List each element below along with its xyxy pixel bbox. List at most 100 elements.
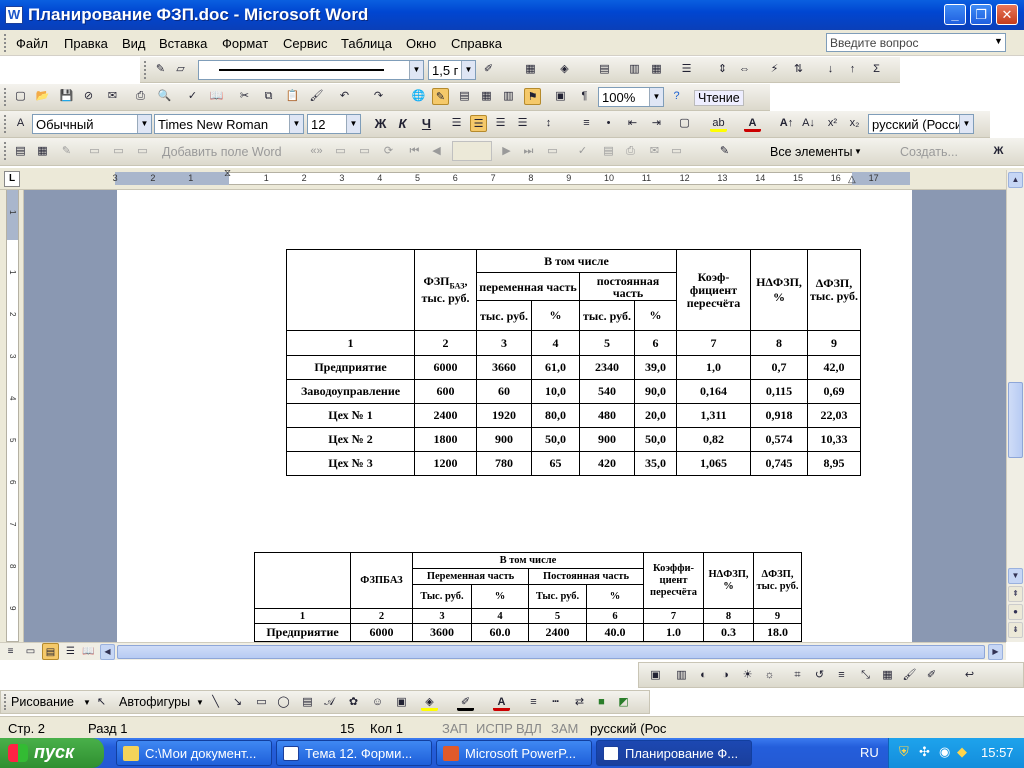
status-rec[interactable]: ЗАП	[442, 721, 468, 736]
insert-picture-icon[interactable]: ▣	[647, 667, 664, 684]
status-extend[interactable]: ВДЛ	[516, 721, 542, 736]
insert-excel-icon[interactable]: ▦	[478, 88, 495, 105]
toolbar-grip[interactable]	[4, 694, 7, 710]
crop-icon[interactable]: ⌗	[789, 667, 806, 684]
menu-help[interactable]: Справка	[451, 36, 502, 51]
highlight-fields-icon[interactable]: ▭	[332, 143, 349, 160]
align-left-icon[interactable]: ☰	[448, 115, 465, 132]
language-select[interactable]: русский (Росси. ▼	[868, 114, 974, 134]
picture-icon[interactable]: ▣	[393, 694, 410, 711]
grow-font-icon[interactable]: A↑	[778, 115, 795, 132]
highlight-icon[interactable]: ab	[710, 115, 727, 132]
document-map-icon[interactable]: ▣	[552, 88, 569, 105]
first-record-icon[interactable]: ⏮	[406, 143, 423, 160]
research-icon[interactable]: 📖	[208, 88, 225, 105]
oval-icon[interactable]: ◯	[275, 694, 292, 711]
wordart-icon[interactable]: 𝒜	[321, 694, 338, 711]
bullets-icon[interactable]: •	[600, 115, 617, 132]
distribute-rows-icon[interactable]: ⇕	[714, 61, 731, 78]
add-word-field-button[interactable]: Добавить поле Word	[162, 145, 282, 159]
menu-view[interactable]: Вид	[122, 36, 146, 51]
task-word-doc-active[interactable]: Планирование Ф...	[596, 740, 752, 766]
reading-button[interactable]: Чтение	[694, 90, 744, 106]
scroll-left-icon[interactable]: ◀	[100, 644, 115, 660]
match-fields-icon[interactable]: ▭	[356, 143, 373, 160]
format-painter-icon[interactable]: 🖌	[308, 88, 325, 105]
format-picture-icon[interactable]: 🖌	[901, 667, 918, 684]
autoformat-icon[interactable]: ⚡	[766, 61, 783, 78]
word-app-icon[interactable]: W	[5, 6, 23, 24]
style-select[interactable]: Обычный ▼	[32, 114, 152, 134]
email-icon[interactable]: ✉	[104, 88, 121, 105]
more-contrast-icon[interactable]: ◐	[695, 667, 712, 684]
minimize-button[interactable]: _	[944, 4, 966, 25]
underline-button[interactable]: Ч	[418, 115, 435, 132]
web-view-icon[interactable]: ▭	[22, 643, 39, 660]
task-word-doc-1[interactable]: Тема 12. Форми...	[276, 740, 432, 766]
vertical-scrollbar[interactable]: ▲ ▼ ⇞ ● ⇟	[1006, 170, 1024, 642]
superscript-icon[interactable]: x²	[824, 115, 841, 132]
italic-button[interactable]: К	[394, 115, 411, 132]
line-style-select[interactable]: ▼	[198, 60, 424, 80]
textbox-icon[interactable]: ▤	[299, 694, 316, 711]
columns-icon[interactable]: ▥	[500, 88, 517, 105]
document-area[interactable]: ФЗПБАЗ, тыс. руб. В том числе Коэф-фицие…	[24, 190, 1006, 642]
right-indent-icon[interactable]: △	[848, 174, 856, 185]
draw-font-color-icon[interactable]: A	[493, 694, 510, 711]
next-record-icon[interactable]: ▶	[498, 143, 515, 160]
drawing-icon[interactable]: ⚑	[524, 88, 541, 105]
previous-record-icon[interactable]: ◀	[428, 143, 445, 160]
network-icon[interactable]: ✣	[919, 744, 930, 760]
line-color-icon[interactable]: ✐	[457, 694, 474, 711]
propagate-icon[interactable]: ⟳	[380, 143, 397, 160]
less-brightness-icon[interactable]: ☼	[761, 667, 778, 684]
merge-email-icon[interactable]: ✉	[646, 143, 663, 160]
prev-page-icon[interactable]: ⇞	[1008, 586, 1023, 602]
paste-icon[interactable]: 📋	[284, 88, 301, 105]
view-merged-icon[interactable]: «»	[308, 143, 325, 160]
scroll-up-icon[interactable]: ▲	[1008, 172, 1023, 188]
font-color-icon[interactable]: A	[744, 115, 761, 132]
merge-fields-icon[interactable]: ▭	[134, 143, 151, 160]
start-button[interactable]: пуск	[0, 738, 104, 768]
distribute-columns-icon[interactable]: ⇔	[736, 61, 753, 78]
insert-table-std-icon[interactable]: ▤	[456, 88, 473, 105]
record-number-input[interactable]	[452, 141, 492, 161]
spelling-icon[interactable]: ✓	[184, 88, 201, 105]
scroll-right-icon[interactable]: ▶	[988, 644, 1003, 660]
rectangle-icon[interactable]: ▭	[253, 694, 270, 711]
new-document-icon[interactable]: ▢	[12, 88, 29, 105]
compress-icon[interactable]: ⤡	[857, 667, 874, 684]
clock[interactable]: 15:57	[981, 745, 1014, 760]
ruler-strip[interactable]	[115, 172, 910, 185]
fill-bucket-icon[interactable]: ◈	[421, 694, 438, 711]
ask-dropdown-icon[interactable]: ▼	[994, 36, 1003, 46]
ask-question-input[interactable]: Введите вопрос	[826, 33, 1006, 52]
line-spacing-icon[interactable]: ↕	[540, 115, 557, 132]
set-transparent-icon[interactable]: ✐	[923, 667, 940, 684]
subscript-icon[interactable]: x₂	[846, 115, 863, 132]
toolbar-grip[interactable]	[4, 115, 7, 133]
check-errors-icon[interactable]: ✓	[574, 143, 591, 160]
autosum-icon[interactable]: Σ	[868, 61, 885, 78]
font-select[interactable]: Times New Roman ▼	[154, 114, 304, 134]
decrease-indent-icon[interactable]: ⇤	[624, 115, 641, 132]
arrow-style-icon[interactable]: ⇄	[571, 694, 588, 711]
cut-icon[interactable]: ✂	[236, 88, 253, 105]
numbering-icon[interactable]: ≡	[578, 115, 595, 132]
menu-table[interactable]: Таблица	[341, 36, 392, 51]
menu-insert[interactable]: Вставка	[159, 36, 207, 51]
greeting-icon[interactable]: ▭	[110, 143, 127, 160]
align-right-icon[interactable]: ☰	[492, 115, 509, 132]
font-size-select[interactable]: 12 ▼	[307, 114, 361, 134]
erase-icon[interactable]: ▱	[172, 61, 189, 78]
toolbar-grip[interactable]	[4, 88, 7, 106]
document-page[interactable]: ФЗПБАЗ, тыс. руб. В том числе Коэф-фицие…	[117, 190, 912, 642]
line-width-select[interactable]: 1,5 г ▼	[428, 60, 476, 80]
permission-icon[interactable]: ⊘	[80, 88, 97, 105]
merge-printer-icon[interactable]: ⎙	[622, 143, 639, 160]
align-center-icon[interactable]: ☰	[470, 115, 487, 132]
undo-icon[interactable]: ↶	[336, 88, 353, 105]
horizontal-scrollbar[interactable]: ≡ ▭ ▤ ☰ 📖 ◀ ▶	[0, 642, 1006, 660]
recipients-icon[interactable]: ✎	[58, 143, 75, 160]
